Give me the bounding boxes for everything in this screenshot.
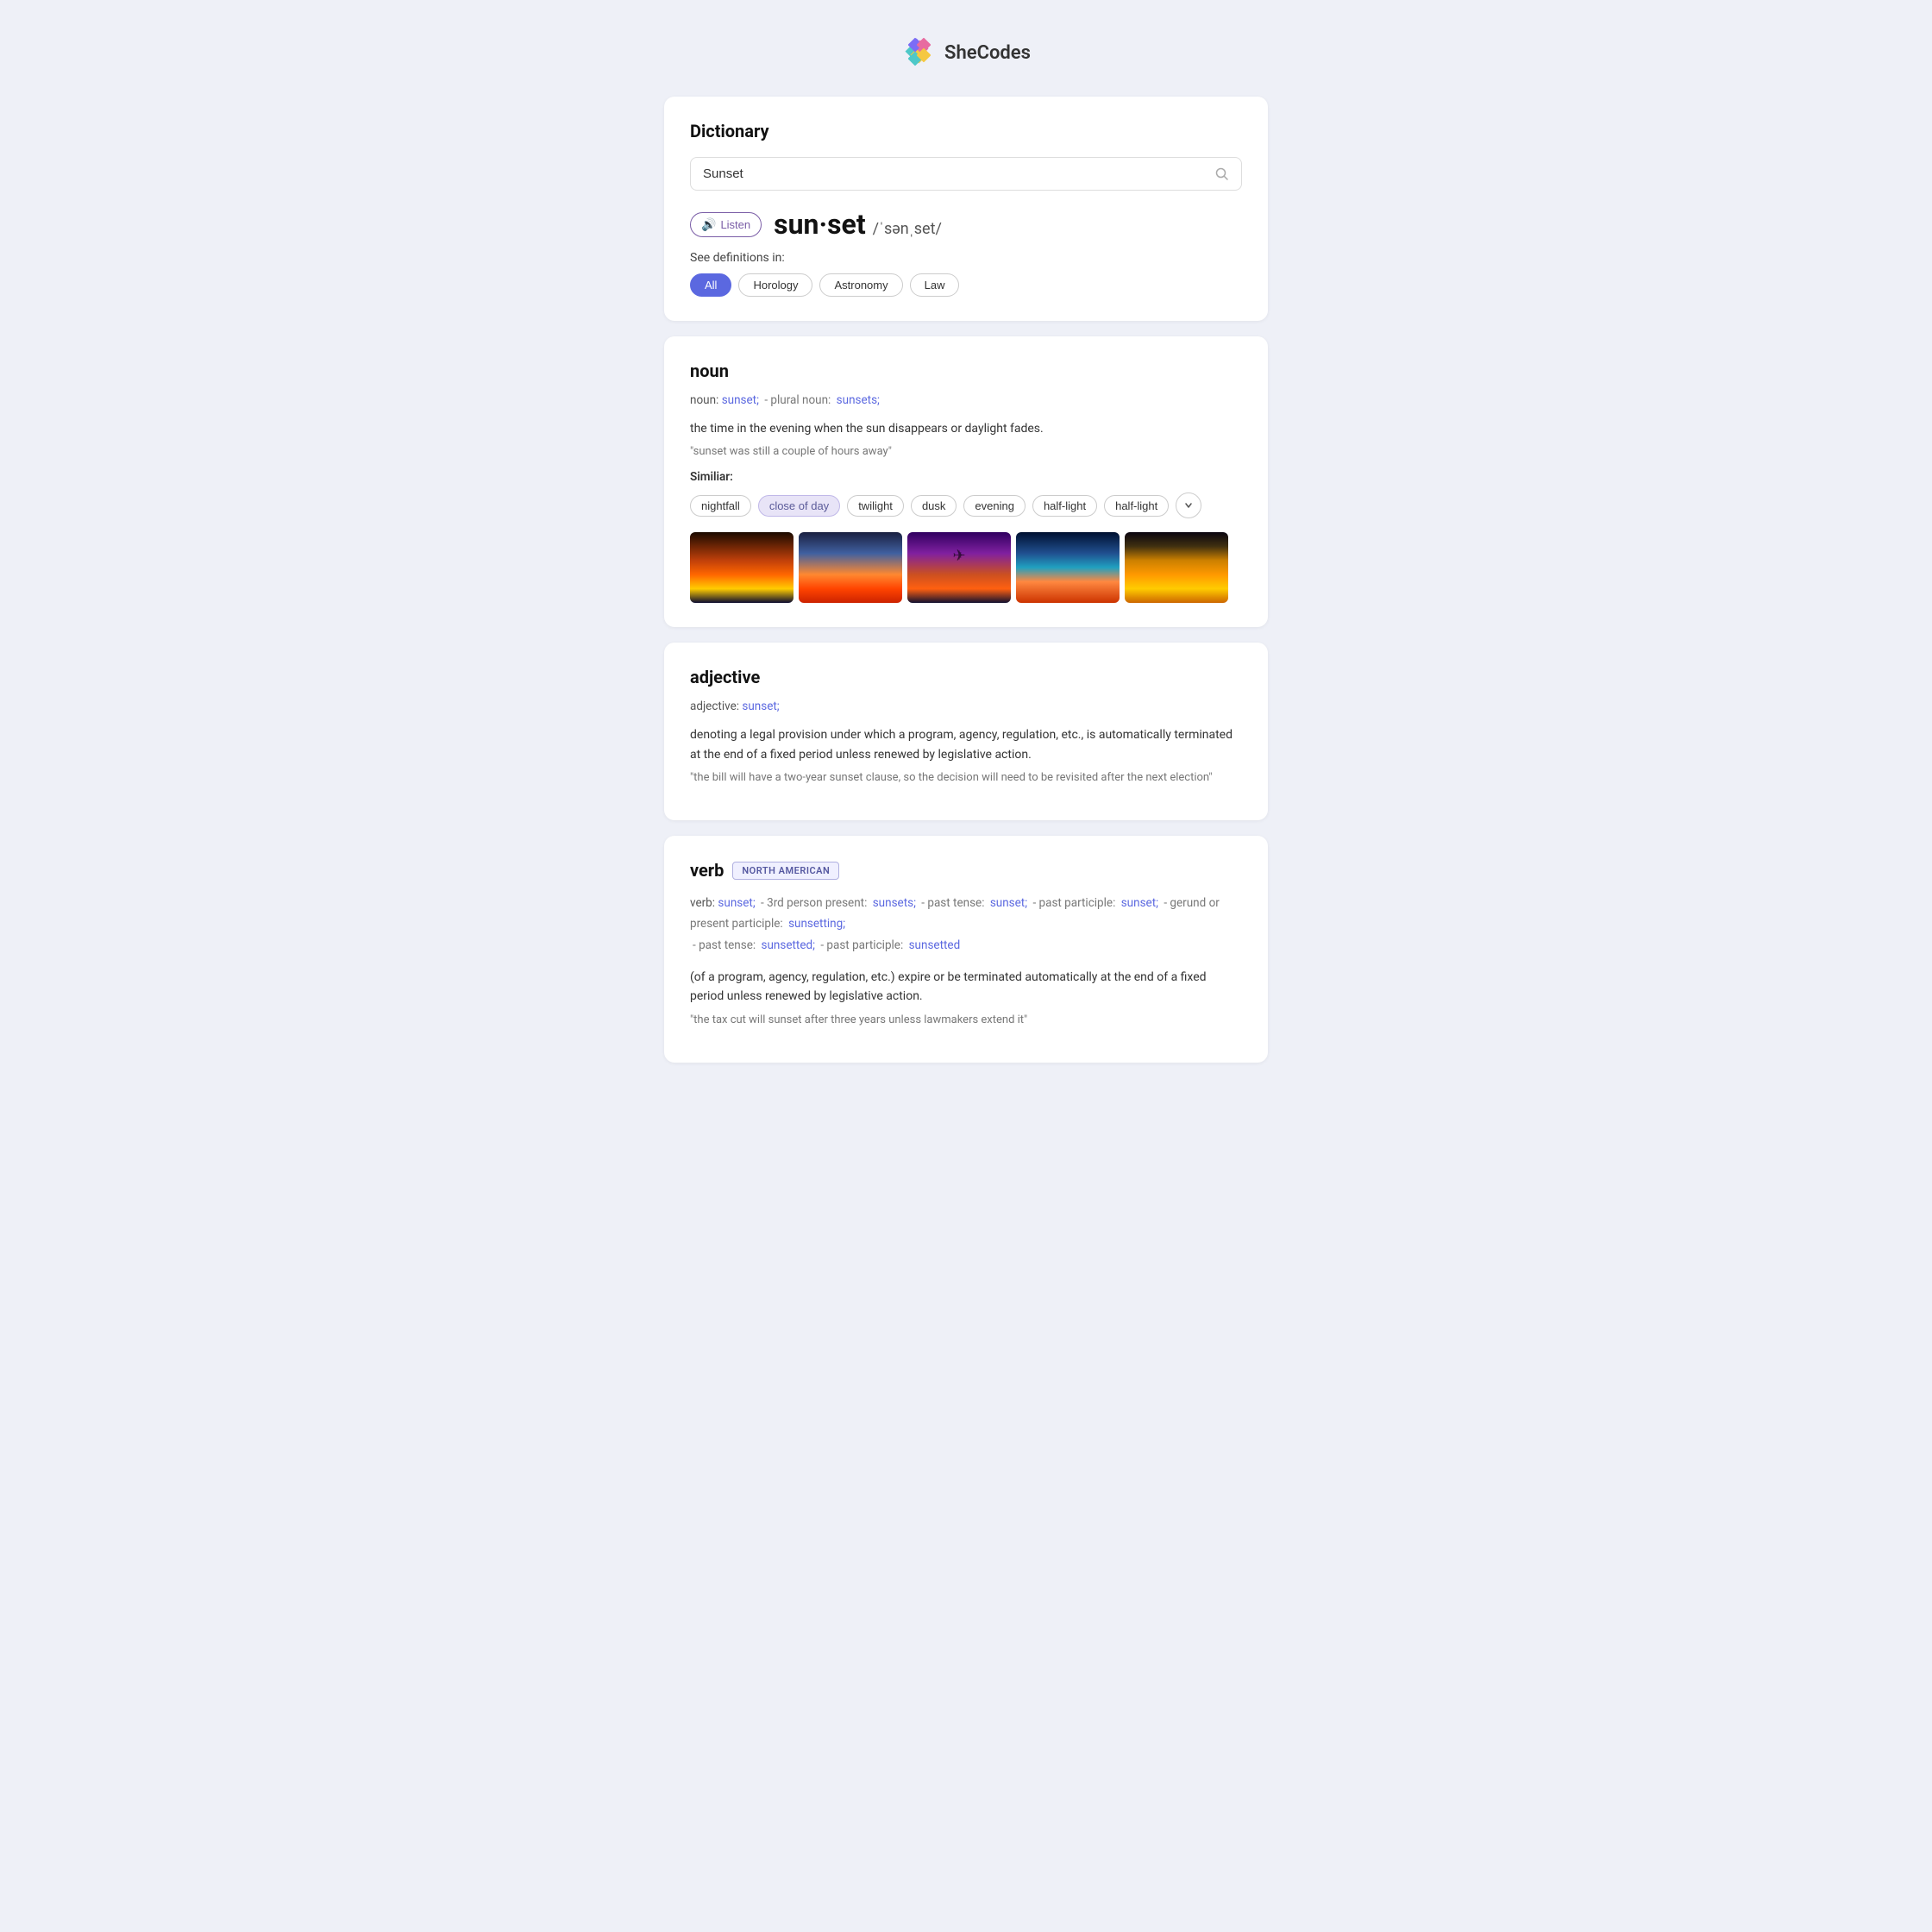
verb-meta: verb: sunset; - 3rd person present: suns… xyxy=(690,893,1242,956)
adj-link[interactable]: sunset; xyxy=(742,699,779,713)
noun-link[interactable]: sunset; xyxy=(722,393,759,407)
adj-definition: denoting a legal provision under which a… xyxy=(690,725,1242,764)
gerund-link[interactable]: sunsetting; xyxy=(788,917,845,931)
dictionary-card: Dictionary 🔊 Listen sun·set /ˈsənˌset/ S… xyxy=(664,97,1268,321)
past-participle2-link[interactable]: sunsetted xyxy=(909,938,961,952)
speaker-icon: 🔊 xyxy=(701,217,716,232)
tag-dusk[interactable]: dusk xyxy=(911,495,957,517)
filter-horology[interactable]: Horology xyxy=(738,273,812,297)
more-tags-button[interactable] xyxy=(1176,492,1201,518)
similar-tags: nightfall close of day twilight dusk eve… xyxy=(690,492,1242,518)
filter-astronomy[interactable]: Astronomy xyxy=(819,273,902,297)
adj-meta: adjective: sunset; xyxy=(690,699,1242,713)
past-tense2-link[interactable]: sunsetted; xyxy=(762,938,815,952)
verb-definition: (of a program, agency, regulation, etc.)… xyxy=(690,968,1242,1007)
adjective-section: adjective adjective: sunset; denoting a … xyxy=(664,643,1268,820)
tag-half-light-2[interactable]: half-light xyxy=(1104,495,1169,517)
tag-nightfall[interactable]: nightfall xyxy=(690,495,751,517)
adjective-title: adjective xyxy=(690,667,1242,687)
verb-header: verb NORTH AMERICAN xyxy=(690,860,1242,881)
logo-text: SheCodes xyxy=(944,42,1031,64)
search-container xyxy=(690,157,1242,191)
chevron-down-icon xyxy=(1184,501,1193,510)
noun-example: "sunset was still a couple of hours away… xyxy=(690,445,1242,458)
sunset-image-5 xyxy=(1125,532,1228,603)
region-badge: NORTH AMERICAN xyxy=(732,862,839,880)
sunset-image-1 xyxy=(690,532,794,603)
tag-twilight[interactable]: twilight xyxy=(847,495,904,517)
filter-all[interactable]: All xyxy=(690,273,731,297)
tag-close-of-day[interactable]: close of day xyxy=(758,495,840,517)
noun-meta: noun: sunset; - plural noun: sunsets; xyxy=(690,393,1242,407)
site-header: SheCodes xyxy=(664,34,1268,71)
noun-definition: the time in the evening when the sun dis… xyxy=(690,419,1242,438)
search-icon xyxy=(1215,167,1229,181)
verb-section: verb NORTH AMERICAN verb: sunset; - 3rd … xyxy=(664,836,1268,1063)
phonetic: /ˈsənˌset/ xyxy=(873,220,942,238)
filter-law[interactable]: Law xyxy=(910,273,960,297)
noun-title: noun xyxy=(690,361,1242,381)
similar-label: Similiar: xyxy=(690,470,1242,484)
third-person-link[interactable]: sunsets; xyxy=(873,896,916,910)
plural-link[interactable]: sunsets; xyxy=(837,393,880,407)
logo-icon xyxy=(901,34,938,71)
verb-link[interactable]: sunset; xyxy=(718,896,755,910)
search-input[interactable] xyxy=(703,166,1215,181)
tag-evening[interactable]: evening xyxy=(963,495,1026,517)
past-participle-link[interactable]: sunset; xyxy=(1121,896,1158,910)
noun-section: noun noun: sunset; - plural noun: sunset… xyxy=(664,336,1268,627)
tag-half-light-1[interactable]: half-light xyxy=(1032,495,1097,517)
adj-example: "the bill will have a two-year sunset cl… xyxy=(690,771,1242,784)
search-button[interactable] xyxy=(1215,167,1229,181)
verb-title: verb xyxy=(690,860,724,881)
listen-button[interactable]: 🔊 Listen xyxy=(690,212,762,237)
see-definitions-label: See definitions in: xyxy=(690,251,1242,265)
page-title: Dictionary xyxy=(690,121,1242,141)
word-title: sun·set /ˈsənˌset/ xyxy=(774,208,942,241)
logo: SheCodes xyxy=(901,34,1031,71)
sunset-image-3 xyxy=(907,532,1011,603)
definition-filters: All Horology Astronomy Law xyxy=(690,273,1242,297)
word-header: 🔊 Listen sun·set /ˈsənˌset/ xyxy=(690,208,1242,241)
past-tense-link[interactable]: sunset; xyxy=(990,896,1027,910)
sunset-image-4 xyxy=(1016,532,1120,603)
verb-example: "the tax cut will sunset after three yea… xyxy=(690,1013,1242,1026)
sunset-images xyxy=(690,532,1242,603)
sunset-image-2 xyxy=(799,532,902,603)
